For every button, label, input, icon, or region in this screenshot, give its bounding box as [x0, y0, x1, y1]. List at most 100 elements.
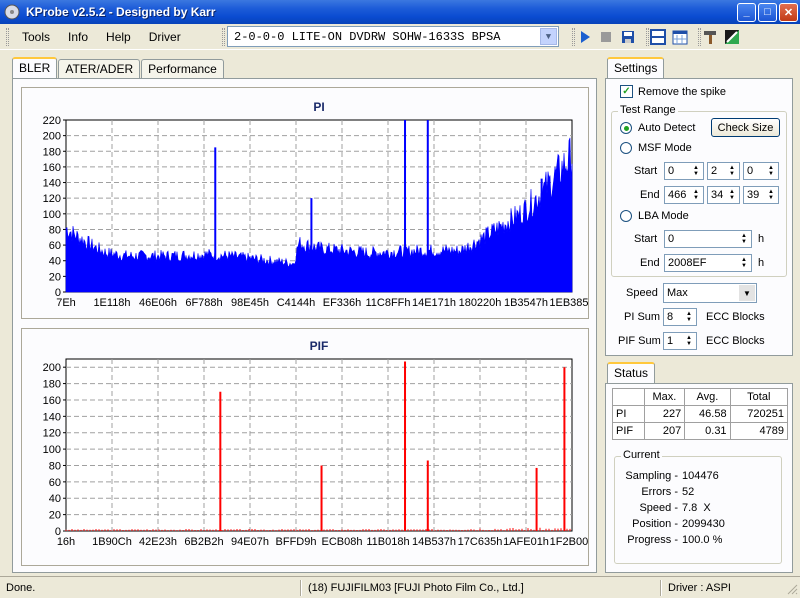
save-button[interactable] [618, 27, 638, 47]
calendar-button[interactable] [670, 27, 690, 47]
drive-select[interactable]: 2-0-0-0 LITE-ON DVDRW SOHW-1633S BPSA ▼ [227, 26, 559, 47]
msf-mode-option[interactable]: MSF Mode [620, 142, 692, 154]
check-size-button[interactable]: Check Size [711, 118, 780, 137]
tab-settings[interactable]: Settings [607, 57, 665, 78]
sampling-row: Sampling - 104476 [616, 468, 776, 484]
pif-xtick-label: BFFD9h [276, 536, 317, 548]
pi-ytick-label: 40 [49, 256, 61, 268]
menu-driver[interactable]: Driver [140, 30, 190, 44]
pif-ytick-label: 100 [43, 444, 61, 456]
pif-ytick-label: 60 [49, 477, 61, 489]
lba-end-field[interactable]: 2008EF ▲ ▼ [664, 254, 752, 272]
msf-start-sec[interactable]: 2 ▲ ▼ [707, 162, 740, 180]
stats-header-row: Max. Avg. Total [612, 388, 789, 406]
pif-xtick-label: 17C635h [458, 536, 503, 548]
stats-row-label: PIF [612, 422, 645, 440]
spin-arrows-icon[interactable]: ▲ ▼ [738, 232, 750, 246]
status-driver: Driver : ASPI [668, 582, 731, 594]
tab-bler[interactable]: BLER [12, 57, 58, 78]
pi-chart: PI0204060801001201401601802002207Eh 1E118… [43, 100, 595, 309]
pi-sum-field[interactable]: 8 ▲ ▼ [663, 308, 697, 326]
menu-info[interactable]: Info [59, 30, 97, 44]
lba-start-unit: h [758, 233, 765, 245]
spin-arrows-icon[interactable]: ▲ ▼ [683, 334, 695, 348]
pi-ytick-label: 120 [43, 193, 61, 205]
minimize-button[interactable]: _ [737, 2, 756, 22]
pif-xtick-label: 1F2B00h [550, 536, 588, 548]
spin-arrows-icon[interactable]: ▲ ▼ [726, 164, 738, 178]
spin-arrows-icon[interactable]: ▲ ▼ [683, 310, 695, 324]
maximize-button[interactable]: □ [758, 2, 777, 22]
stop-icon [601, 32, 611, 42]
msf-end-frame-value: 39 [747, 189, 760, 201]
auto-detect-option[interactable]: Auto Detect [620, 122, 695, 134]
pif-ytick-label: 120 [43, 428, 61, 440]
spin-arrows-icon[interactable]: ▲ ▼ [765, 164, 777, 178]
close-button[interactable]: ✕ [779, 2, 798, 22]
pi-ytick-label: 200 [43, 131, 61, 143]
lba-mode-radio[interactable] [620, 210, 632, 222]
resize-grip-icon[interactable] [786, 583, 798, 595]
remove-spike-checkbox[interactable]: ✓ [620, 85, 633, 98]
tab-ater-ader[interactable]: ATER/ADER [58, 59, 141, 78]
status-disc: (18) FUJIFILM03 [FUJI Photo Film Co., Lt… [308, 582, 524, 594]
table-row: PI 227 46.58 720251 [612, 405, 789, 423]
lba-mode-option[interactable]: LBA Mode [620, 210, 689, 222]
bler-panel: PI 0 20 40 60 80 100 120 140 160 180 200 220 7Eh 1E118… [12, 78, 597, 573]
remove-spike-option[interactable]: ✓ Remove the spike [620, 85, 726, 98]
hammer-icon [704, 31, 716, 44]
drive-select-value: 2-0-0-0 LITE-ON DVDRW SOHW-1633S BPSA [234, 29, 501, 44]
menu-tools[interactable]: Tools [13, 30, 59, 44]
msf-start-frame[interactable]: 0 ▲ ▼ [743, 162, 779, 180]
spin-arrows-icon[interactable]: ▲ ▼ [738, 256, 750, 270]
tab-status[interactable]: Status [607, 362, 656, 383]
msf-end-frame[interactable]: 39 ▲ ▼ [743, 186, 779, 204]
spin-arrows-icon[interactable]: ▲ ▼ [690, 164, 702, 178]
sampling-value: 104476 [682, 470, 719, 482]
pi-ytick-label: 100 [43, 209, 61, 221]
spin-arrows-icon[interactable]: ▲ ▼ [726, 188, 738, 202]
msf-mode-radio[interactable] [620, 142, 632, 154]
speed-row: Speed - 7.8 X [616, 500, 776, 516]
pi-xtick-label: 6F788h [185, 297, 222, 309]
table-row: PIF 207 0.31 4789 [612, 422, 789, 440]
errors-value: 52 [682, 486, 695, 498]
toolbar-grip [6, 27, 9, 46]
chart-tabs: BLER ATER/ADER Performance [12, 57, 225, 78]
speed-select[interactable]: Max ▼ [663, 283, 757, 303]
errors-label: Errors - [641, 486, 678, 498]
test-range-title: Test Range [618, 104, 678, 116]
pif-sum-field[interactable]: 1 ▲ ▼ [663, 332, 697, 350]
spin-arrows-icon[interactable]: ▲ ▼ [690, 188, 702, 202]
spin-arrows-icon[interactable]: ▲ ▼ [765, 188, 777, 202]
color-button[interactable] [722, 27, 742, 47]
msf-start-min[interactable]: 0 ▲ ▼ [664, 162, 704, 180]
pi-xtick-label: EF336h [323, 297, 362, 309]
tab-performance[interactable]: Performance [141, 59, 224, 78]
calendar-icon [672, 30, 688, 45]
save-icon [622, 31, 634, 43]
pif-xtick-label: 94E07h [231, 536, 269, 548]
lba-mode-label: LBA Mode [638, 210, 689, 222]
chevron-down-icon[interactable]: ▼ [739, 285, 755, 301]
position-value: 2099430 [682, 518, 725, 530]
stop-button[interactable] [596, 27, 616, 47]
status-panel: Max. Avg. Total PI 227 46.58 720251 PIF … [605, 383, 793, 573]
pif-xtick-label: ECB08h [322, 536, 363, 548]
auto-detect-radio[interactable] [620, 122, 632, 134]
pi-ytick-label: 180 [43, 146, 61, 158]
layout-button[interactable] [648, 27, 668, 47]
tools-button[interactable] [700, 27, 720, 47]
chevron-down-icon[interactable]: ▼ [540, 28, 557, 45]
msf-end-min[interactable]: 466 ▲ ▼ [664, 186, 704, 204]
lba-start-field[interactable]: 0 ▲ ▼ [664, 230, 752, 248]
menu-help[interactable]: Help [97, 30, 140, 44]
msf-end-sec[interactable]: 34 ▲ ▼ [707, 186, 740, 204]
play-button[interactable] [575, 27, 595, 47]
pi-ytick-label: 140 [43, 178, 61, 190]
pif-plot-area [65, 358, 573, 532]
pif-ytick-label: 180 [43, 379, 61, 391]
pif-ytick-label: 80 [49, 460, 61, 472]
pi-ytick-label: 60 [49, 240, 61, 252]
pif-ytick-label: 200 [43, 362, 61, 374]
